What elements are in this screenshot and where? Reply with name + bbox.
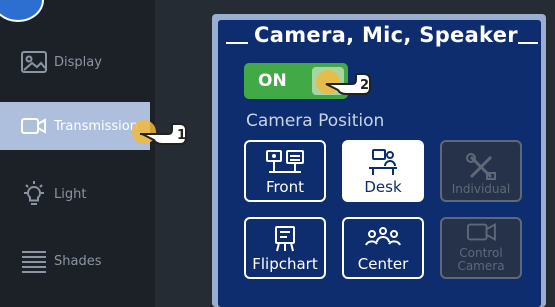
panel-title: Camera, Mic, Speaker bbox=[254, 23, 518, 47]
position-label: Front bbox=[266, 178, 304, 196]
title-rule-left bbox=[226, 42, 248, 44]
annotation-number: 2 bbox=[360, 78, 369, 93]
position-front-button[interactable]: Front bbox=[244, 140, 326, 202]
position-individual-button[interactable]: Individual bbox=[440, 140, 522, 202]
video-camera-icon bbox=[21, 118, 46, 134]
camera-position-label: Camera Position bbox=[246, 111, 385, 131]
sidebar-item-light[interactable]: Light bbox=[0, 170, 155, 218]
annotation-number: 1 bbox=[177, 128, 186, 143]
front-cameras-icon bbox=[266, 150, 304, 173]
toggle-label: ON bbox=[258, 71, 287, 91]
sidebar-item-label: Light bbox=[54, 186, 87, 202]
position-center-button[interactable]: Center bbox=[342, 217, 424, 279]
sidebar-item-label: Shades bbox=[54, 253, 102, 269]
position-label: Control Camera bbox=[457, 246, 505, 273]
sidebar-item-display[interactable]: Display bbox=[0, 38, 155, 86]
control-camera-button[interactable]: Control Camera bbox=[440, 217, 522, 279]
sidebar-item-shades[interactable]: Shades bbox=[0, 237, 155, 285]
pointing-hand-annotation-1: 1 bbox=[132, 120, 187, 145]
position-label: Flipchart bbox=[252, 255, 318, 273]
flipchart-icon bbox=[275, 226, 295, 252]
position-flipchart-button[interactable]: Flipchart bbox=[244, 217, 326, 279]
group-icon bbox=[365, 227, 401, 246]
position-label: Desk bbox=[364, 178, 402, 196]
sidebar-item-label: Display bbox=[54, 54, 102, 70]
light-bulb-icon bbox=[24, 181, 44, 205]
shades-icon bbox=[22, 251, 46, 273]
tools-icon bbox=[466, 153, 496, 180]
corner-badge bbox=[0, 0, 44, 22]
sidebar-item-label: Transmission bbox=[54, 118, 138, 134]
position-label: Center bbox=[357, 255, 409, 273]
position-desk-button[interactable]: Desk bbox=[342, 140, 424, 202]
pointing-hand-annotation-2: 2 bbox=[316, 70, 371, 95]
image-icon bbox=[21, 51, 47, 73]
camera-control-icon bbox=[467, 222, 496, 242]
sidebar: Display Transmission Light Shades bbox=[0, 0, 155, 307]
desk-icon bbox=[369, 149, 397, 175]
position-label: Individual bbox=[451, 182, 511, 196]
